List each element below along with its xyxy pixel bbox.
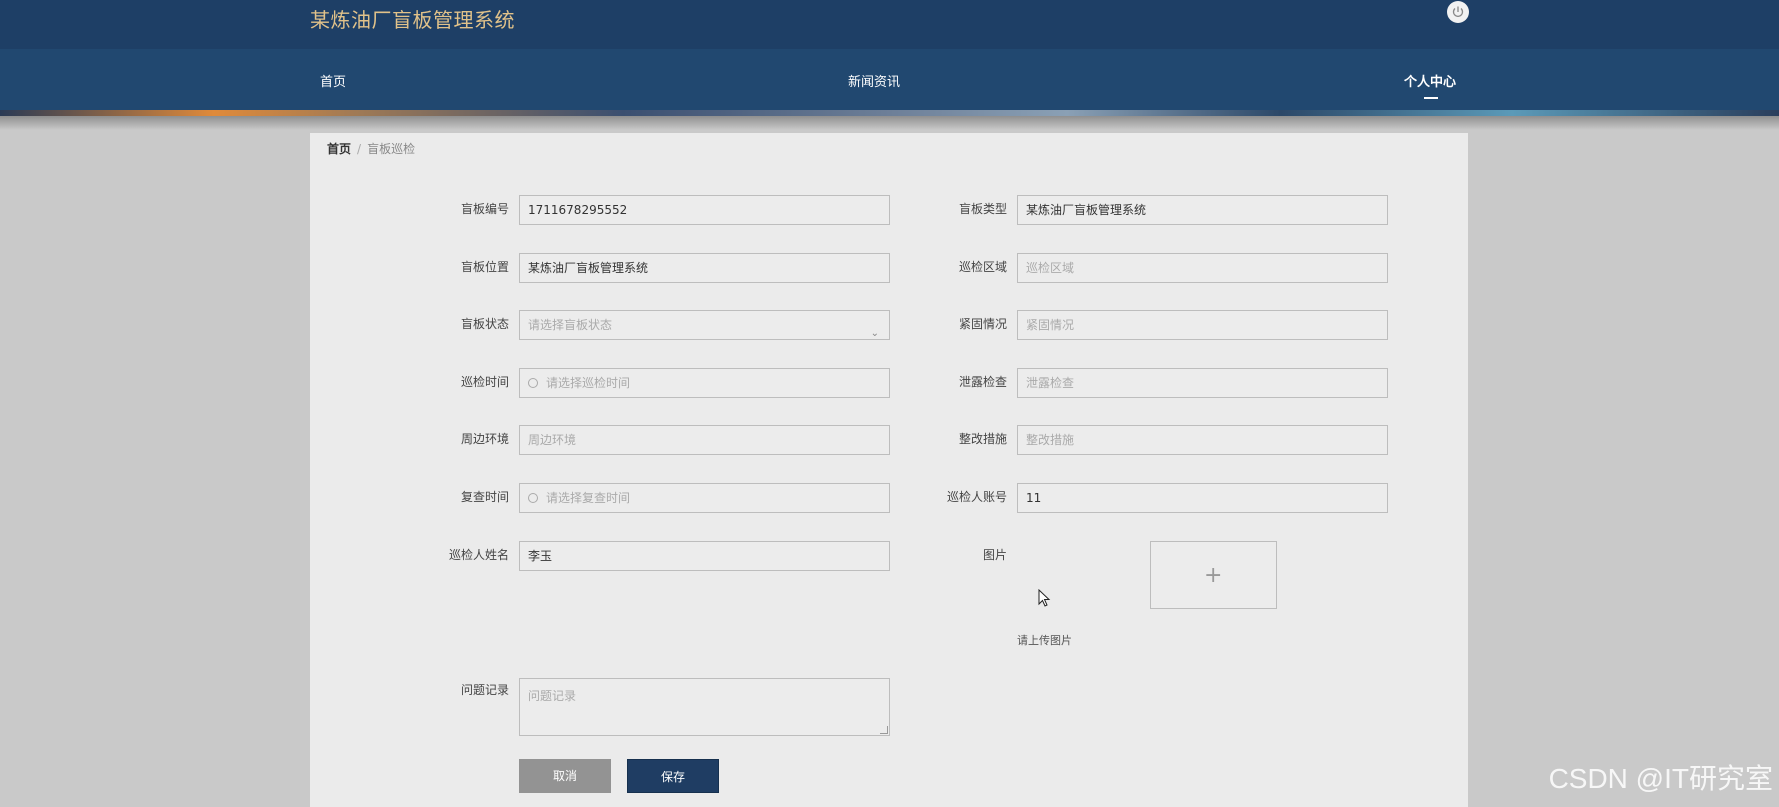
inspection-time-placeholder: 请选择巡检时间 xyxy=(546,376,631,390)
nav-item-news[interactable]: 新闻资讯 xyxy=(848,71,900,90)
inspection-area-label: 巡检区域 xyxy=(958,260,1007,274)
inspector-name-input[interactable]: 李玉 xyxy=(519,541,890,571)
recheck-time-placeholder: 请选择复查时间 xyxy=(546,491,631,505)
recheck-time-label: 复查时间 xyxy=(460,490,509,504)
surroundings-input[interactable]: 周边环境 xyxy=(519,425,890,455)
rectification-input[interactable]: 整改措施 xyxy=(1017,425,1388,455)
blind-status-label: 盲板状态 xyxy=(460,317,509,331)
breadcrumb: 首页 / 盲板巡检 xyxy=(327,140,415,157)
breadcrumb-separator: / xyxy=(357,142,362,156)
top-header: 某炼油厂盲板管理系统 xyxy=(0,0,1779,49)
image-upload[interactable]: + xyxy=(1150,541,1277,609)
leak-check-input[interactable]: 泄露检查 xyxy=(1017,368,1388,398)
nav-item-home[interactable]: 首页 xyxy=(320,71,346,90)
power-icon[interactable] xyxy=(1447,1,1469,23)
chevron-down-icon: ⌄ xyxy=(870,328,879,339)
blind-type-input[interactable]: 某炼油厂盲板管理系统 xyxy=(1017,195,1388,225)
inspector-account-input[interactable]: 11 xyxy=(1017,483,1388,513)
inspector-name-label: 巡检人姓名 xyxy=(448,548,509,562)
breadcrumb-home[interactable]: 首页 xyxy=(327,142,351,156)
blind-type-label: 盲板类型 xyxy=(958,202,1007,216)
form-panel: 首页 / 盲板巡检 盲板编号 1711678295552 盲板位置 某炼油厂盲板管理… xyxy=(310,133,1468,807)
blind-location-label: 盲板位置 xyxy=(460,260,509,274)
recheck-time-picker[interactable]: 请选择复查时间 xyxy=(519,483,890,513)
main-nav: 首页 新闻资讯 个人中心 xyxy=(0,49,1779,110)
cancel-button[interactable]: 取消 xyxy=(519,759,611,793)
fastening-input[interactable]: 紧固情况 xyxy=(1017,310,1388,340)
banner-shadow xyxy=(0,116,1779,130)
rectification-label: 整改措施 xyxy=(958,432,1007,446)
inspection-time-picker[interactable]: 请选择巡检时间 xyxy=(519,368,890,398)
issue-record-placeholder: 问题记录 xyxy=(528,689,577,703)
upload-hint: 请上传图片 xyxy=(1017,634,1072,647)
nav-item-personal-center[interactable]: 个人中心 xyxy=(1404,71,1457,99)
watermark: CSDN @IT研究室 xyxy=(1548,763,1773,794)
inspector-account-label: 巡检人账号 xyxy=(946,490,1007,504)
image-label: 图片 xyxy=(982,548,1007,562)
mouse-cursor-icon xyxy=(1038,589,1051,607)
inspection-area-input[interactable]: 巡检区域 xyxy=(1017,253,1388,283)
app-title: 某炼油厂盲板管理系统 xyxy=(310,8,515,32)
blind-no-input[interactable]: 1711678295552 xyxy=(519,195,890,225)
breadcrumb-current: 盲板巡检 xyxy=(367,142,416,156)
issue-record-textarea[interactable]: 问题记录 xyxy=(519,678,890,736)
blind-status-placeholder: 请选择盲板状态 xyxy=(528,318,613,332)
surroundings-label: 周边环境 xyxy=(460,432,509,446)
blind-no-label: 盲板编号 xyxy=(460,202,509,216)
issue-record-label: 问题记录 xyxy=(460,683,509,697)
blind-location-input[interactable]: 某炼油厂盲板管理系统 xyxy=(519,253,890,283)
leak-check-label: 泄露检查 xyxy=(958,375,1007,389)
nav-item-label: 个人中心 xyxy=(1404,75,1457,90)
clock-icon xyxy=(528,377,538,388)
fastening-label: 紧固情况 xyxy=(958,317,1007,331)
resize-handle-icon[interactable] xyxy=(880,726,888,734)
blind-status-select[interactable]: 请选择盲板状态 ⌄ xyxy=(519,310,890,340)
save-button[interactable]: 保存 xyxy=(627,759,719,793)
inspection-time-label: 巡检时间 xyxy=(460,375,509,389)
active-indicator xyxy=(1424,97,1438,99)
plus-icon: + xyxy=(1204,563,1223,588)
clock-icon xyxy=(528,492,538,503)
